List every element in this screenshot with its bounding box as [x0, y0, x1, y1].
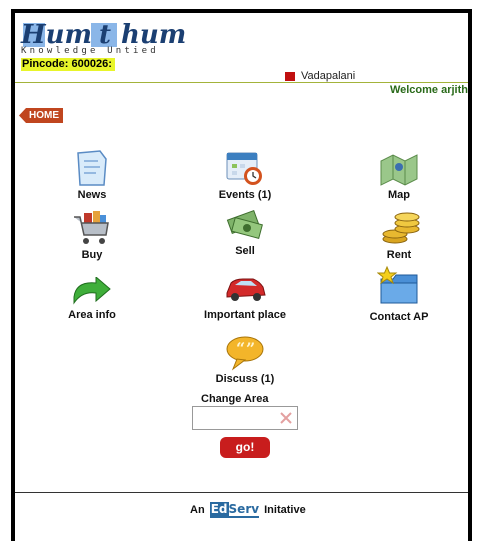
- menu-item-area-info[interactable]: Area info: [37, 275, 147, 321]
- menu-label-area-info: Area info: [68, 309, 116, 321]
- map-icon: [377, 149, 421, 187]
- footer-suffix: Initative: [264, 504, 306, 516]
- menu-item-contact-ap[interactable]: Contact AP: [344, 265, 454, 323]
- footer-prefix: An: [190, 504, 205, 516]
- menu-label-events: Events (1): [218, 189, 272, 201]
- footer-divider: [15, 492, 468, 493]
- speech-bubble-icon: “ ”: [223, 333, 267, 371]
- menu-label-rent: Rent: [386, 249, 412, 261]
- site-logo[interactable]: Hum t hum: [21, 21, 191, 49]
- green-arrow-icon: [70, 275, 114, 307]
- welcome-text: Welcome arjith: [389, 84, 468, 96]
- logo-wordmark: Hum t hum: [21, 21, 191, 49]
- change-area-input[interactable]: [192, 406, 298, 430]
- edserv-logo-ed: Ed: [209, 502, 229, 516]
- logo-word-hum2: hum: [121, 20, 187, 50]
- page-frame: Hum t hum Knowledge Untied Pincode: 6000…: [11, 9, 472, 541]
- menu-label-news: News: [77, 189, 107, 201]
- menu-label-discuss: Discuss (1): [215, 373, 275, 385]
- current-area: Vadapalani: [285, 70, 355, 82]
- menu-label-buy: Buy: [81, 249, 103, 261]
- pincode-label: Pincode: 600026:: [21, 58, 115, 71]
- edserv-logo-serv: Serv: [228, 502, 260, 516]
- menu-item-buy[interactable]: Buy: [37, 209, 147, 261]
- area-name: Vadapalani: [301, 70, 356, 82]
- footer-credit: An EdServ Initative: [190, 502, 306, 518]
- shopping-cart-icon: [70, 209, 114, 247]
- folder-star-icon: [376, 265, 421, 309]
- logo-word-hum: Hum: [21, 20, 92, 50]
- edserv-logo[interactable]: EdServ: [209, 502, 260, 518]
- area-marker-icon: [285, 71, 295, 81]
- svg-text:”: ”: [246, 339, 255, 358]
- money-bills-icon: [223, 205, 267, 243]
- menu-item-discuss[interactable]: “ ” Discuss (1): [190, 333, 300, 385]
- menu-label-important-place: Important place: [204, 309, 286, 321]
- go-button[interactable]: go!: [220, 437, 270, 458]
- home-button[interactable]: HOME: [19, 108, 63, 123]
- header-divider: [15, 82, 468, 83]
- coin-stack-icon: [377, 209, 421, 247]
- menu-item-events[interactable]: Events (1): [190, 149, 300, 201]
- logo-tagline: Knowledge Untied: [21, 46, 159, 56]
- menu-item-news[interactable]: News: [37, 149, 147, 201]
- clear-icon[interactable]: [279, 411, 293, 425]
- menu-label-contact-ap: Contact AP: [369, 311, 429, 323]
- logo-word-t: t: [99, 20, 112, 50]
- menu-item-map[interactable]: Map: [344, 149, 454, 201]
- newspaper-icon: [70, 149, 114, 187]
- car-icon: [223, 269, 267, 307]
- change-area-label: Change Area: [201, 393, 269, 405]
- menu-item-sell[interactable]: Sell: [190, 205, 300, 257]
- calendar-clock-icon: [223, 149, 267, 187]
- menu-item-rent[interactable]: Rent: [344, 209, 454, 261]
- menu-label-sell: Sell: [235, 245, 255, 257]
- menu-item-important-place[interactable]: Important place: [190, 269, 300, 321]
- menu-label-map: Map: [388, 189, 410, 201]
- svg-text:“: “: [236, 339, 245, 358]
